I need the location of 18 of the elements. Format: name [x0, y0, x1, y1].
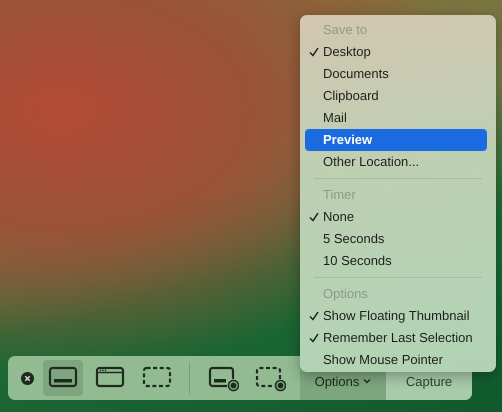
menu-item[interactable]: Show Floating Thumbnail — [305, 305, 487, 327]
menu-item[interactable]: 10 Seconds — [305, 250, 487, 272]
capture-mode-button[interactable] — [43, 360, 83, 396]
menu-item[interactable]: Other Location... — [305, 151, 487, 173]
menu-item[interactable]: None — [305, 206, 487, 228]
chevron-down-icon — [363, 378, 372, 384]
menu-item[interactable]: Mail — [305, 107, 487, 129]
menu-item[interactable]: Desktop — [305, 41, 487, 63]
menu-item[interactable]: Clipboard — [305, 85, 487, 107]
menu-item[interactable]: 5 Seconds — [305, 228, 487, 250]
close-icon[interactable] — [21, 372, 34, 384]
menu-item[interactable]: Preview — [305, 129, 487, 151]
menu-section-header: Save to — [323, 21, 368, 39]
dashed-rectangle-record-icon — [254, 364, 286, 392]
screen-record-icon — [207, 364, 239, 392]
menu-item[interactable]: Remember Last Selection — [305, 327, 487, 349]
menu-section-header: Options — [323, 285, 368, 303]
menu-item[interactable]: Documents — [305, 63, 487, 85]
